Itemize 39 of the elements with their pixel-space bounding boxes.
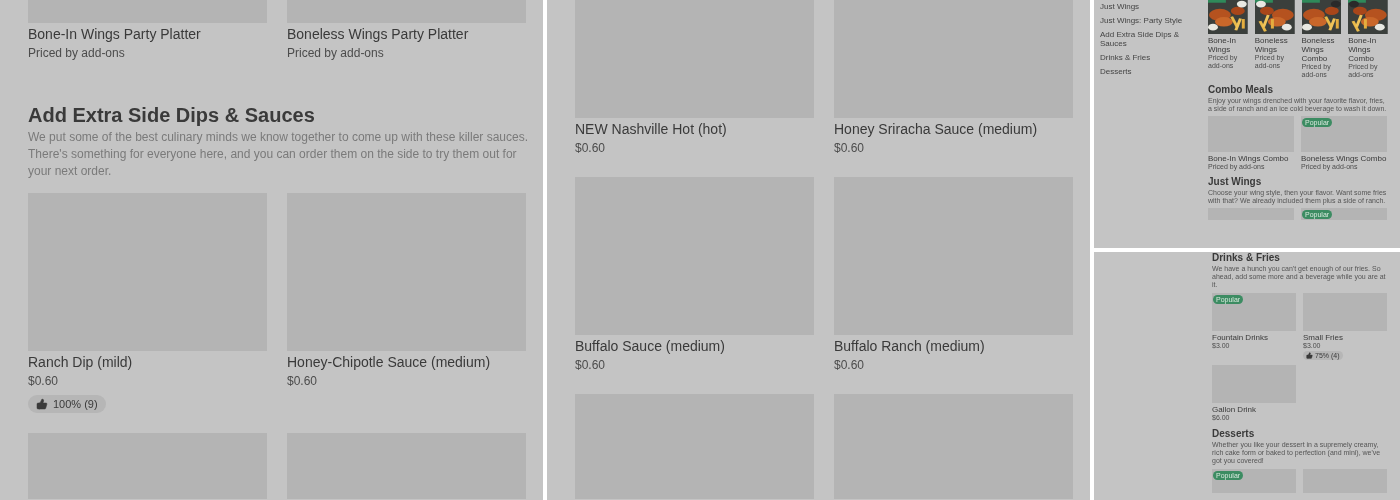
- item-name[interactable]: Boneless Wings Party Platter: [287, 24, 526, 44]
- section-title: Desserts: [1212, 428, 1256, 440]
- item-name[interactable]: Buffalo Ranch (medium): [834, 336, 1073, 356]
- item-price: $0.60: [834, 140, 866, 156]
- item-name[interactable]: Fountain Drinks: [1212, 333, 1296, 342]
- nav-link[interactable]: Just Wings: Party Style: [1100, 16, 1183, 25]
- item-name[interactable]: NEW Nashville Hot (hot): [575, 119, 814, 139]
- item-name[interactable]: Buffalo Sauce (medium): [575, 336, 814, 356]
- rating-pill: 100% (9): [28, 395, 106, 413]
- section-title: Add Extra Side Dips & Sauces: [28, 103, 316, 127]
- item-name[interactable]: Boneless Wings: [1254, 36, 1295, 54]
- section-title: Combo Meals: [1208, 84, 1274, 96]
- item-price: $0.60: [28, 373, 60, 389]
- item-name[interactable]: Bone-In Wings: [1208, 36, 1248, 54]
- section-title: Just Wings: [1208, 176, 1263, 188]
- nav-link[interactable]: Desserts: [1100, 67, 1132, 76]
- section-description: We put some of the best culinary minds we know together to come up with these killer sauces. There's something for everyone here, and you can order them on the side to try them out for your next order.: [28, 129, 530, 180]
- item-name[interactable]: Small Fries: [1303, 333, 1387, 342]
- item-name[interactable]: Honey Sriracha Sauce (medium): [834, 119, 1073, 139]
- item-price: $0.60: [287, 373, 319, 389]
- section-title: Drinks & Fries: [1212, 252, 1281, 264]
- thumbs-up-icon: [36, 398, 48, 410]
- item-price: Priced by add-ons: [287, 45, 385, 61]
- item-price: $0.60: [575, 357, 607, 373]
- nav-link[interactable]: Drinks & Fries: [1100, 53, 1151, 62]
- item-name[interactable]: Honey-Chipotle Sauce (medium): [287, 352, 526, 372]
- item-name[interactable]: Bone-In Wings Party Platter: [28, 24, 267, 44]
- thumbs-up-icon: [1306, 352, 1313, 359]
- item-price: $0.60: [834, 357, 866, 373]
- nav-link[interactable]: Add Extra Side Dips & Sauces: [1100, 30, 1204, 48]
- item-price: $0.60: [575, 140, 607, 156]
- item-name[interactable]: Bone-In Wings Combo: [1348, 36, 1388, 63]
- item-name[interactable]: Bone-In Wings Combo: [1208, 154, 1294, 163]
- item-name[interactable]: Gallon Drink: [1212, 405, 1296, 414]
- item-name[interactable]: Boneless Wings Combo: [1301, 154, 1387, 163]
- item-name[interactable]: Boneless Wings Combo: [1301, 36, 1342, 63]
- item-name[interactable]: Ranch Dip (mild): [28, 352, 267, 372]
- nav-link[interactable]: Just Wings: [1100, 2, 1140, 11]
- item-price: Priced by add-ons: [28, 45, 126, 61]
